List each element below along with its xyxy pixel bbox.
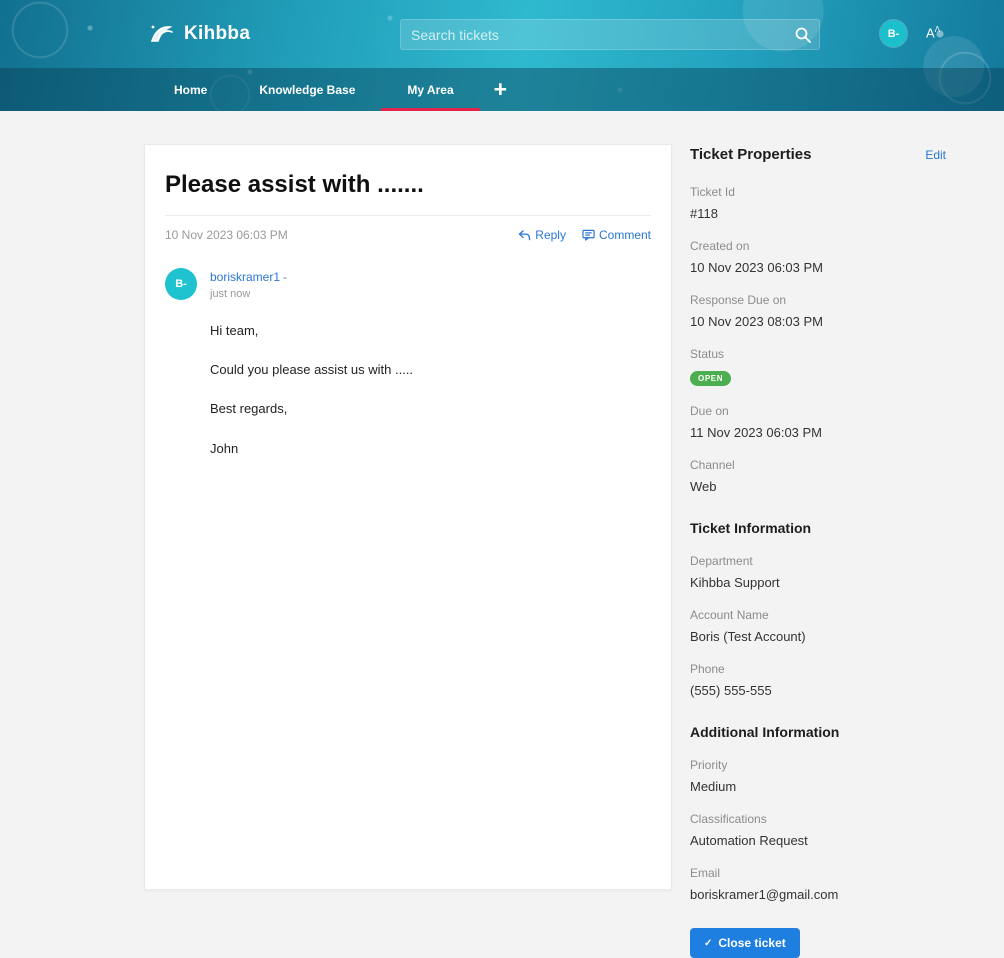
ticket-date: 10 Nov 2023 06:03 PM	[165, 228, 288, 242]
prop-value: Kihbba Support	[690, 575, 780, 590]
prop-value: Boris (Test Account)	[690, 629, 806, 644]
close-ticket-label: Close ticket	[718, 936, 786, 950]
user-avatar[interactable]: B-	[880, 20, 907, 47]
prop-label: Account Name	[690, 608, 769, 622]
nav-tab-home[interactable]: Home	[148, 68, 233, 111]
reply-button[interactable]: Reply	[518, 228, 566, 242]
font-size-label: A	[926, 25, 935, 41]
ticket-actions: Reply Comment	[518, 228, 651, 242]
message-line: Could you please assist us with .....	[210, 362, 414, 378]
comment-icon	[582, 229, 595, 241]
prop-department: Department Kihbba Support	[690, 554, 946, 590]
font-size-control[interactable]: Aᐱ	[926, 25, 940, 40]
prop-phone: Phone (555) 555-555	[690, 662, 946, 698]
author-link[interactable]: boriskramer1	[210, 270, 280, 284]
prop-value: 11 Nov 2023 06:03 PM	[690, 425, 823, 440]
prop-label: Response Due on	[690, 293, 787, 307]
edit-link[interactable]: Edit	[925, 148, 946, 162]
message-line: Hi team,	[210, 323, 259, 338]
thread-body: boriskramer1- just now Hi team, Could yo…	[210, 268, 413, 479]
prop-value: #118	[690, 206, 718, 221]
ticket-properties-panel: Ticket Properties Edit Ticket Id #118 Cr…	[690, 144, 946, 958]
comment-label: Comment	[598, 228, 651, 242]
message-timestamp: just now	[210, 288, 251, 300]
brand-logo-icon	[148, 21, 174, 47]
prop-label: Status	[690, 347, 725, 361]
prop-label: Phone	[690, 662, 725, 676]
brand-name: Kihbba	[184, 23, 251, 44]
prop-label: Priority	[690, 758, 728, 772]
message-body: Hi team, Could you please assist us with…	[210, 322, 413, 458]
prop-channel: Channel Web	[690, 458, 946, 494]
brand[interactable]: Kihbba	[148, 21, 250, 47]
prop-response-due: Response Due on 10 Nov 2023 08:03 PM	[690, 293, 946, 329]
prop-priority: Priority Medium	[690, 758, 946, 794]
prop-label: Created on	[690, 239, 750, 253]
nav-tab-my-area[interactable]: My Area	[381, 68, 480, 111]
section-title-additional-information: Additional Information	[690, 724, 840, 740]
prop-value: boriskramer1@gmail.com	[690, 887, 839, 902]
prop-value: 10 Nov 2023 06:03 PM	[690, 260, 823, 275]
prop-label: Email	[690, 866, 721, 880]
author-avatar: B-	[165, 268, 197, 300]
prop-value: (555) 555-555	[690, 683, 772, 698]
prop-email: Email boriskramer1@gmail.com	[690, 866, 946, 902]
author-line: boriskramer1-	[210, 270, 413, 284]
prop-label: Channel	[690, 458, 735, 472]
header-top-row: Kihbba B- Aᐱ	[0, 0, 1004, 68]
comment-button[interactable]: Comment	[582, 228, 651, 242]
app-header: Kihbba B- Aᐱ Home Knowledge Base My Area…	[0, 0, 1004, 111]
sidebar-header: Ticket Properties Edit	[690, 146, 946, 163]
nav-tab-knowledge-base-label: Knowledge Base	[259, 82, 356, 97]
prop-status: Status OPEN	[690, 347, 946, 386]
sidebar-title: Ticket Properties	[690, 146, 812, 163]
ticket-title: Please assist with .......	[165, 171, 424, 198]
prop-label: Due on	[690, 404, 729, 418]
prop-value: Automation Request	[690, 833, 808, 848]
search-bar	[400, 19, 820, 50]
check-icon: ✓	[704, 937, 713, 949]
prop-classifications: Classifications Automation Request	[690, 812, 946, 848]
close-ticket-button[interactable]: ✓ Close ticket	[690, 928, 800, 958]
message-line: Best regards,	[210, 401, 288, 417]
section-title-ticket-information: Ticket Information	[690, 520, 812, 536]
prop-label: Classifications	[690, 812, 767, 826]
main-nav: Home Knowledge Base My Area +	[0, 68, 1004, 111]
prop-value: 10 Nov 2023 08:03 PM	[690, 314, 823, 329]
nav-add-button[interactable]: +	[494, 68, 507, 111]
ticket-card: Please assist with ....... 10 Nov 2023 0…	[144, 144, 672, 890]
prop-due-on: Due on 11 Nov 2023 06:03 PM	[690, 404, 946, 440]
prop-value: Web	[690, 479, 717, 494]
search-icon[interactable]	[794, 26, 812, 44]
prop-created-on: Created on 10 Nov 2023 06:03 PM	[690, 239, 946, 275]
author-suffix: -	[283, 270, 288, 284]
status-badge: OPEN	[690, 371, 732, 386]
ticket-meta-row: 10 Nov 2023 06:03 PM Reply Comment	[165, 215, 651, 252]
search-input[interactable]	[401, 20, 819, 49]
page-content: Please assist with ....... 10 Nov 2023 0…	[0, 111, 1004, 958]
prop-ticket-id: Ticket Id #118	[690, 185, 946, 221]
nav-tab-knowledge-base[interactable]: Knowledge Base	[233, 68, 381, 111]
prop-account-name: Account Name Boris (Test Account)	[690, 608, 946, 644]
reply-label: Reply	[535, 228, 566, 242]
ticket-thread: B- boriskramer1- just now Hi team, Could…	[165, 268, 651, 479]
prop-value: Medium	[690, 779, 737, 794]
nav-tab-home-label: Home	[174, 82, 208, 97]
prop-label: Department	[690, 554, 753, 568]
nav-tab-my-area-label: My Area	[407, 82, 454, 97]
reply-icon	[518, 229, 531, 241]
prop-label: Ticket Id	[690, 185, 735, 199]
message-line: John	[210, 440, 239, 456]
